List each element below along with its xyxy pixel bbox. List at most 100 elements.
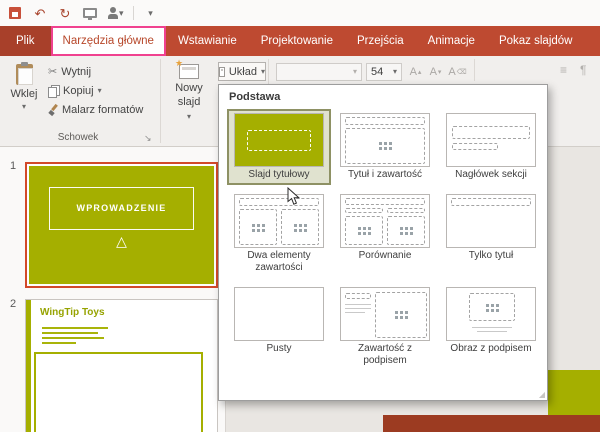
slide-1-title: WPROWADZENIE bbox=[77, 203, 167, 213]
cut-label: Wytnij bbox=[61, 66, 91, 78]
redo-button[interactable]: ↻ bbox=[57, 4, 73, 22]
layout-option-content-with-caption[interactable]: Zawartość z podpisem bbox=[333, 283, 437, 371]
layout-option-label: Tytuł i zawartość bbox=[348, 169, 422, 181]
layout-option-title-slide[interactable]: Slajd tytułowy bbox=[227, 109, 331, 185]
layout-option-label: Pusty bbox=[266, 343, 291, 355]
slide-2-title: WingTip Toys bbox=[40, 307, 105, 318]
layout-preview bbox=[340, 287, 430, 341]
layout-option-blank[interactable]: Pusty bbox=[227, 283, 331, 371]
format-painter-label: Malarz formatów bbox=[62, 104, 143, 116]
undo-button[interactable]: ↶ bbox=[32, 4, 48, 22]
chevron-down-icon: ▾ bbox=[261, 68, 265, 76]
paste-button[interactable]: Wklej ▾ bbox=[4, 60, 44, 134]
slideshow-button[interactable] bbox=[82, 4, 98, 22]
chevron-down-icon: ▾ bbox=[187, 113, 191, 121]
tab-transitions[interactable]: Przejścia bbox=[345, 26, 416, 56]
layout-option-two-content[interactable]: Dwa elementy zawartości bbox=[227, 190, 331, 278]
toolbar-separator bbox=[133, 6, 134, 20]
chevron-down-icon: ▾ bbox=[98, 87, 102, 95]
powerpoint-window: ↶ ↻ ▾ ▾ Plik Narzędzia główne Wstawianie… bbox=[0, 0, 600, 432]
clear-formatting-button[interactable]: A⌫ bbox=[448, 63, 467, 81]
layout-preview bbox=[446, 287, 536, 341]
presenter-button[interactable]: ▾ bbox=[107, 4, 124, 22]
tab-file[interactable]: Plik bbox=[0, 26, 51, 56]
decrease-font-button[interactable]: A▾ bbox=[426, 63, 445, 81]
slide-2-accent-stripe bbox=[26, 300, 31, 432]
copy-label: Kopiuj bbox=[63, 85, 94, 97]
slide-2-thumbnail[interactable]: WingTip Toys bbox=[25, 299, 218, 432]
tab-design[interactable]: Projektowanie bbox=[249, 26, 345, 56]
layout-option-label: Obraz z podpisem bbox=[450, 343, 531, 355]
clipboard-group-label: Schowek bbox=[0, 132, 156, 143]
increase-font-button[interactable]: A▴ bbox=[406, 63, 425, 81]
save-button[interactable] bbox=[7, 4, 23, 22]
clipboard-icon bbox=[16, 64, 33, 85]
slide-1-thumbnail[interactable]: WPROWADZENIE △ bbox=[25, 162, 218, 288]
font-size-value: 54 bbox=[371, 66, 383, 78]
layout-button[interactable]: Układ ▾ bbox=[218, 62, 266, 81]
new-slide-icon: ★ bbox=[179, 64, 199, 79]
layout-preview bbox=[446, 113, 536, 167]
layout-preview bbox=[446, 194, 536, 248]
cut-button[interactable]: ✂ Wytnij bbox=[48, 64, 91, 80]
layout-option-section-header[interactable]: Nagłówek sekcji bbox=[439, 109, 543, 185]
slide-green-area bbox=[548, 370, 600, 415]
layout-preview bbox=[340, 113, 430, 167]
layout-option-comparison[interactable]: Porównanie bbox=[333, 190, 437, 278]
tab-home[interactable]: Narzędzia główne bbox=[51, 26, 166, 56]
copy-icon bbox=[48, 85, 59, 97]
new-slide-button[interactable]: ★ Nowy slajd ▾ bbox=[164, 59, 214, 141]
font-name-select[interactable]: ▾ bbox=[276, 63, 362, 81]
layout-gallery-section-header: Podstawa bbox=[219, 85, 547, 107]
group-separator bbox=[474, 59, 475, 81]
paste-label: Wklej bbox=[11, 88, 38, 100]
layout-preview bbox=[340, 194, 430, 248]
layout-option-label: Dwa elementy zawartości bbox=[231, 250, 327, 274]
chevron-down-icon: ▾ bbox=[119, 9, 124, 18]
layout-option-label: Porównanie bbox=[359, 250, 412, 262]
slide-thumbnail-panel: 1 WPROWADZENIE △ 2 WingTip Toys bbox=[0, 147, 226, 432]
layout-option-title-only[interactable]: Tylko tytuł bbox=[439, 190, 543, 278]
layout-preview bbox=[234, 287, 324, 341]
bullets-icon[interactable]: ≡ bbox=[560, 64, 567, 76]
tab-animations[interactable]: Animacje bbox=[416, 26, 487, 56]
font-size-select[interactable]: 54 ▾ bbox=[366, 63, 402, 81]
tab-insert[interactable]: Wstawianie bbox=[166, 26, 249, 56]
layout-gallery-grid: Slajd tytułowy Tytuł i zawartość Nagłówe… bbox=[219, 107, 547, 375]
layout-option-label: Tylko tytuł bbox=[469, 250, 513, 262]
scissors-icon: ✂ bbox=[48, 67, 57, 78]
chevron-down-icon: ▾ bbox=[353, 68, 357, 76]
quick-access-toolbar: ↶ ↻ ▾ ▾ bbox=[0, 0, 600, 26]
layout-option-label: Slajd tytułowy bbox=[248, 169, 309, 181]
layout-option-picture-with-caption[interactable]: Obraz z podpisem bbox=[439, 283, 543, 371]
slide-1-number: 1 bbox=[10, 160, 16, 172]
layout-preview bbox=[234, 194, 324, 248]
mouse-cursor-icon bbox=[287, 187, 300, 211]
customize-qat-button[interactable]: ▾ bbox=[143, 4, 159, 22]
slide-1-title-box: WPROWADZENIE bbox=[49, 187, 193, 229]
chevron-down-icon: ▾ bbox=[148, 9, 153, 18]
new-slide-label: Nowy slajd bbox=[164, 82, 214, 110]
resize-grip-icon[interactable]: ◢ bbox=[539, 391, 545, 399]
ribbon-tab-bar: Plik Narzędzia główne Wstawianie Projekt… bbox=[0, 26, 600, 56]
star-icon: ★ bbox=[175, 58, 183, 69]
slideshow-icon bbox=[83, 8, 97, 18]
paragraph-icon[interactable]: ¶ bbox=[580, 64, 586, 76]
slide-2-number: 2 bbox=[10, 298, 16, 310]
copy-button[interactable]: Kopiuj ▾ bbox=[48, 83, 102, 99]
undo-icon: ↶ bbox=[35, 7, 46, 20]
format-painter-icon bbox=[48, 104, 58, 116]
tab-slideshow[interactable]: Pokaz slajdów bbox=[487, 26, 585, 56]
layout-option-label: Zawartość z podpisem bbox=[337, 343, 433, 367]
layout-option-title-and-content[interactable]: Tytuł i zawartość bbox=[333, 109, 437, 185]
dialog-launcher-icon[interactable]: ↘ bbox=[144, 134, 152, 143]
group-separator bbox=[160, 59, 161, 143]
triangle-shape-icon: △ bbox=[29, 234, 214, 248]
format-painter-button[interactable]: Malarz formatów bbox=[48, 102, 143, 118]
layout-gallery-menu: Podstawa Slajd tytułowy Tytuł i zawartoś… bbox=[218, 84, 548, 401]
slide-red-bar bbox=[383, 415, 600, 432]
chevron-down-icon: ▾ bbox=[393, 68, 397, 76]
slide-2-content-placeholder bbox=[34, 352, 203, 432]
presenter-icon bbox=[107, 7, 119, 20]
layout-label: Układ bbox=[229, 66, 257, 78]
